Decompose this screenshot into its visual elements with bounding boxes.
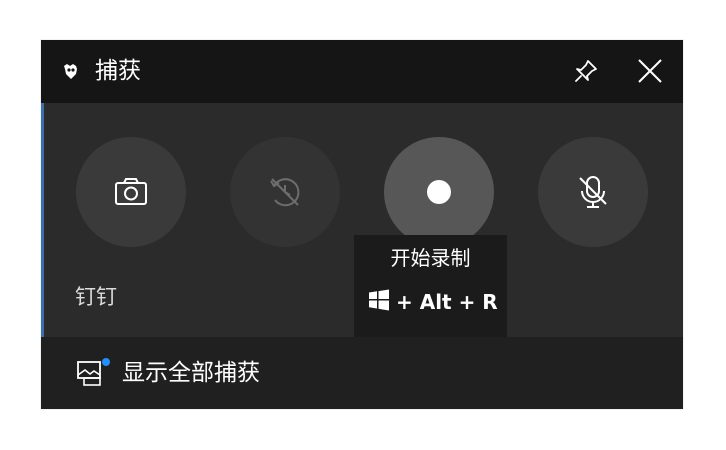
record-dot-icon xyxy=(427,180,451,204)
show-all-captures-button[interactable]: 显示全部捕获 xyxy=(41,337,683,409)
screenshot-button[interactable] xyxy=(76,137,186,247)
capture-widget-icon xyxy=(59,60,83,84)
tooltip-title: 开始录制 xyxy=(390,246,471,270)
new-capture-badge xyxy=(102,358,110,366)
widget-titlebar: 捕获 xyxy=(41,40,683,103)
camera-icon xyxy=(115,178,147,205)
record-last-disabled-icon xyxy=(270,178,300,207)
captured-app-name: 钉钉 xyxy=(75,285,117,309)
show-all-captures-label: 显示全部捕获 xyxy=(122,360,260,386)
close-icon xyxy=(638,59,662,83)
start-recording-tooltip: 开始录制 + Alt + R xyxy=(354,235,507,343)
start-recording-button[interactable] xyxy=(384,137,494,247)
windows-logo-icon xyxy=(368,289,390,319)
pin-button[interactable] xyxy=(569,54,603,88)
tooltip-shortcut: + Alt + R xyxy=(368,287,498,317)
capture-widget: 捕获 开始录制 + Alt + R 钉钉 显示全部捕获 xyxy=(41,40,683,409)
shortcut-keys: + Alt + R xyxy=(396,290,498,314)
close-button[interactable] xyxy=(633,54,667,88)
microphone-toggle-button[interactable] xyxy=(538,137,648,247)
microphone-muted-icon xyxy=(579,176,607,208)
widget-title: 捕获 xyxy=(95,58,141,84)
pin-icon xyxy=(575,60,597,82)
record-last-30s-button[interactable] xyxy=(230,137,340,247)
